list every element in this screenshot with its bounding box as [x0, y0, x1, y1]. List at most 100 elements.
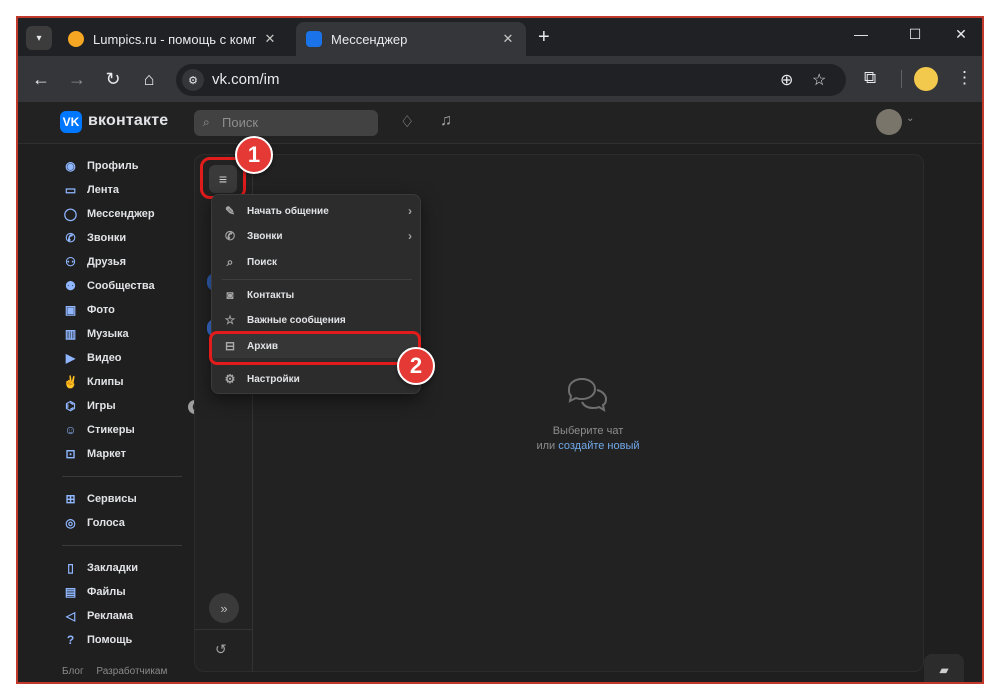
- search-icon: ⌕: [203, 115, 210, 129]
- site-info-icon[interactable]: ⚙: [182, 69, 204, 91]
- communities-icon: ⚉: [65, 279, 76, 293]
- profile-icon: ◉: [65, 159, 76, 173]
- vk-search-input[interactable]: ⌕ Поиск: [194, 110, 378, 136]
- chevron-right-icon: ›: [408, 229, 412, 243]
- sidebar-item-video[interactable]: ▶ Видео: [62, 346, 184, 370]
- phone-icon: ✆: [65, 231, 76, 245]
- menu-item-label: Настройки: [247, 373, 300, 385]
- empty-state-prefix: или: [536, 440, 559, 452]
- forward-icon[interactable]: →: [66, 68, 88, 90]
- create-new-chat-link[interactable]: создайте новый: [558, 440, 639, 452]
- menu-item-start-chat[interactable]: ✎ Начать общение ›: [212, 199, 420, 223]
- photo-icon: ▣: [64, 303, 77, 317]
- music-note-icon[interactable]: ♫: [440, 112, 452, 130]
- zoom-icon[interactable]: ⊕: [780, 70, 793, 90]
- sidebar-item-calls[interactable]: ✆ Звонки: [62, 226, 184, 250]
- bookmark-icon: ▯: [67, 561, 74, 575]
- sidebar-item-bookmarks[interactable]: ▯ Закладки: [62, 556, 184, 580]
- feed-icon: ▭: [64, 183, 77, 197]
- empty-state-subtitle: или создайте новый: [195, 440, 923, 452]
- chat-widget-button[interactable]: ▰: [924, 654, 964, 682]
- phone-icon: ✆: [224, 229, 236, 243]
- sidebar-item-photo[interactable]: ▣ Фото: [62, 298, 184, 322]
- sidebar-item-market[interactable]: ⊡ Маркет: [62, 442, 184, 466]
- reload-icon[interactable]: ↻: [102, 68, 124, 90]
- sidebar-item-clips[interactable]: ✌ Клипы: [62, 370, 184, 394]
- close-tab-icon[interactable]: ✕: [500, 31, 516, 47]
- messenger-icon: ◯: [63, 207, 78, 221]
- url-text: vk.com/im: [212, 71, 280, 88]
- messenger-favicon-icon: [306, 31, 322, 47]
- sidebar-item-help[interactable]: ? Помощь: [62, 628, 184, 652]
- sidebar-item-feed[interactable]: ▭ Лента: [62, 178, 184, 202]
- menu-item-important[interactable]: ☆ Важные сообщения: [212, 308, 420, 332]
- chevron-down-icon[interactable]: ⌄: [906, 113, 914, 124]
- sidebar-item-label: Закладки: [87, 562, 139, 574]
- user-avatar[interactable]: [876, 109, 902, 135]
- menu-item-label: Звонки: [247, 230, 283, 242]
- sidebar-item-communities[interactable]: ⚉ Сообщества: [62, 274, 184, 298]
- expand-chats-icon[interactable]: »: [209, 593, 239, 623]
- menu-item-label: Контакты: [247, 289, 295, 301]
- sidebar-item-music[interactable]: ▥ Музыка: [62, 322, 184, 346]
- tab-messenger[interactable]: Мессенджер ✕: [296, 22, 526, 56]
- chevron-right-icon: ›: [408, 204, 412, 218]
- bookmark-star-icon[interactable]: ☆: [812, 70, 826, 90]
- sidebar-item-ads[interactable]: ◁ Реклама: [62, 604, 184, 628]
- chat-column-divider: [195, 629, 253, 630]
- sidebar-item-label: Реклама: [87, 610, 134, 622]
- sidebar-item-label: Лента: [87, 184, 119, 196]
- extensions-icon[interactable]: ⧉: [864, 68, 876, 88]
- compose-icon: ✎: [224, 204, 236, 218]
- new-tab-icon[interactable]: +: [538, 26, 550, 48]
- sidebar-item-friends[interactable]: ⚇ Друзья: [62, 250, 184, 274]
- vk-brand[interactable]: вконтакте: [88, 112, 168, 130]
- market-icon: ⊡: [65, 447, 76, 461]
- votes-icon: ◎: [65, 516, 76, 530]
- sidebar-item-label: Голоса: [87, 517, 125, 529]
- sidebar-item-label: Игры: [87, 400, 116, 412]
- notifications-bell-icon[interactable]: ♢: [400, 112, 414, 132]
- menu-item-contacts[interactable]: ◙ Контакты: [212, 283, 420, 307]
- sidebar-item-label: Профиль: [87, 160, 139, 172]
- contacts-icon: ◙: [226, 288, 234, 302]
- address-bar[interactable]: ⚙ vk.com/im ⊕ ☆: [176, 64, 846, 96]
- menu-item-search[interactable]: ⌕ Поиск: [212, 250, 420, 274]
- sidebar-item-services[interactable]: ⊞ Сервисы: [62, 487, 184, 511]
- sidebar-item-profile[interactable]: ◉ Профиль: [62, 154, 184, 178]
- footer-link-devs[interactable]: Разработчикам: [96, 666, 167, 677]
- lumpics-favicon-icon: [68, 31, 84, 47]
- menu-item-calls[interactable]: ✆ Звонки ›: [212, 224, 420, 248]
- tab-title: Мессенджер: [331, 31, 408, 47]
- sidebar-item-label: Клипы: [87, 376, 124, 388]
- home-icon[interactable]: ⌂: [138, 68, 160, 90]
- menu-item-label: Начать общение: [247, 205, 329, 217]
- sidebar-item-games[interactable]: ⌬Игры6: [62, 394, 202, 418]
- toolbar-divider: [901, 70, 902, 88]
- games-icon: ⌬: [65, 399, 76, 413]
- sidebar-item-files[interactable]: ▤ Файлы: [62, 580, 184, 604]
- sidebar-item-label: Музыка: [87, 328, 129, 340]
- footer-link-blog[interactable]: Блог: [62, 666, 84, 677]
- sidebar-item-stickers[interactable]: ☺ Стикеры: [62, 418, 184, 442]
- close-tab-icon[interactable]: ✕: [262, 31, 278, 47]
- sidebar-item-votes[interactable]: ◎ Голоса: [62, 511, 184, 535]
- browser-menu-icon[interactable]: ⋮: [956, 68, 973, 88]
- tab-search-button[interactable]: ▾: [26, 26, 52, 50]
- vk-header: VK вконтакте ⌕ Поиск ♢ ♫ ⌄: [18, 102, 982, 144]
- sidebar-item-messenger[interactable]: ◯ Мессенджер: [62, 202, 184, 226]
- tab-lumpics[interactable]: Lumpics.ru - помощь с компь ✕: [58, 22, 288, 56]
- sidebar-divider: [62, 476, 182, 477]
- files-icon: ▤: [64, 585, 77, 599]
- menu-item-settings[interactable]: ⚙ Настройки: [212, 367, 420, 391]
- empty-state-title: Выберите чат: [552, 425, 624, 437]
- minimize-icon[interactable]: —: [846, 26, 876, 42]
- new-chat-icon[interactable]: ↺: [215, 641, 227, 658]
- maximize-icon[interactable]: ☐: [900, 26, 930, 43]
- tab-strip: ▾ Lumpics.ru - помощь с компь ✕ Мессендж…: [18, 18, 982, 56]
- back-icon[interactable]: ←: [30, 68, 52, 90]
- browser-profile-avatar[interactable]: [914, 67, 938, 91]
- close-window-icon[interactable]: ✕: [946, 26, 976, 43]
- vk-logo-icon[interactable]: VK: [60, 111, 82, 133]
- tab-title: Lumpics.ru - помощь с компь: [93, 31, 256, 47]
